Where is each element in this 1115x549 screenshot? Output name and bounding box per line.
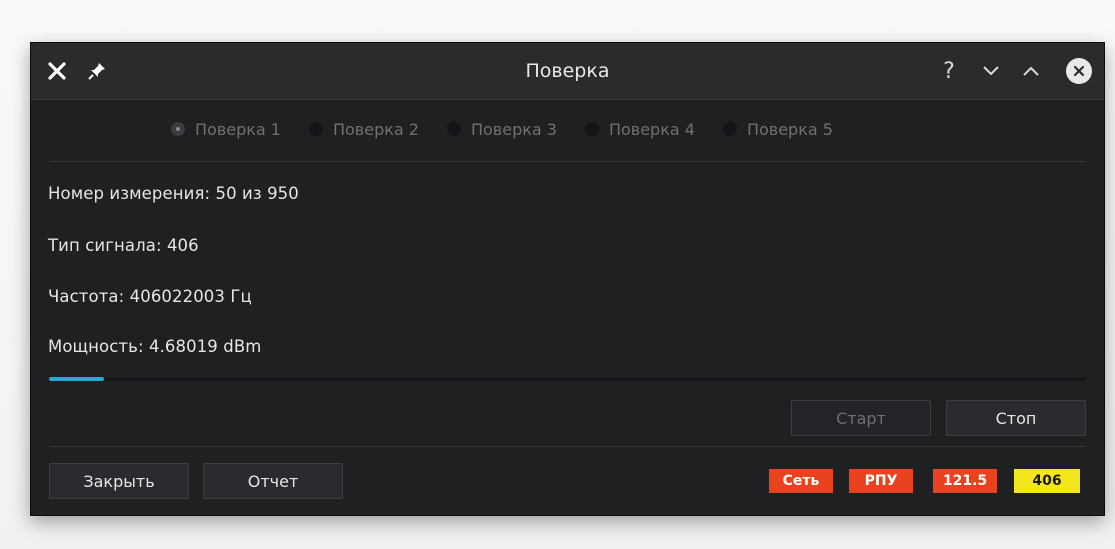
report-button[interactable]: Отчет <box>203 463 343 499</box>
verification-tabs: Поверка 1 Поверка 2 Поверка 3 Поверка 4 … <box>171 117 833 141</box>
help-icon[interactable]: ? <box>936 57 962 85</box>
status-badge-rpu: РПУ <box>849 469 913 493</box>
close-circle-icon[interactable] <box>1066 58 1092 84</box>
title-bar: Поверка ? <box>31 43 1104 100</box>
tab-label: Поверка 4 <box>608 119 695 139</box>
tab-verification-1[interactable]: Поверка 1 <box>171 120 281 139</box>
radio-dot-icon <box>584 122 599 136</box>
power-value: Мощность: 4.68019 dBm <box>48 337 262 356</box>
footer-divider <box>49 446 1085 447</box>
close-button[interactable]: Закрыть <box>49 463 189 499</box>
verification-window: Поверка ? Поверка 1 Поверка 2 Поверка 3 … <box>30 42 1105 516</box>
tab-label: Поверка 2 <box>332 119 419 139</box>
progress-track <box>49 377 1085 381</box>
radio-dot-icon <box>171 122 185 136</box>
desktop-background: Поверка ? Поверка 1 Поверка 2 Поверка 3 … <box>0 0 1115 549</box>
stop-button[interactable]: Стоп <box>946 400 1086 436</box>
tab-label: Поверка 5 <box>746 119 833 139</box>
status-badge-121-5: 121.5 <box>933 469 997 493</box>
status-badge-406: 406 <box>1014 469 1080 493</box>
radio-dot-icon <box>722 122 737 136</box>
radio-dot-icon <box>308 122 323 136</box>
tab-verification-5[interactable]: Поверка 5 <box>722 119 833 139</box>
tab-verification-3[interactable]: Поверка 3 <box>446 119 557 139</box>
tab-verification-2[interactable]: Поверка 2 <box>308 119 419 139</box>
tab-verification-4[interactable]: Поверка 4 <box>584 119 695 139</box>
tabs-divider <box>49 161 1085 162</box>
status-badge-network: Сеть <box>769 469 833 493</box>
frequency-value: Частота: 406022003 Гц <box>48 287 252 306</box>
start-button[interactable]: Старт <box>791 400 931 436</box>
tab-label: Поверка 1 <box>195 119 281 139</box>
tab-label: Поверка 3 <box>470 119 557 139</box>
chevron-up-icon[interactable] <box>1018 57 1044 85</box>
radio-dot-icon <box>446 122 461 136</box>
measurement-number: Номер измерения: 50 из 950 <box>48 184 299 203</box>
help-glyph: ? <box>943 58 955 84</box>
chevron-down-icon[interactable] <box>978 57 1004 85</box>
progress-fill <box>49 377 104 381</box>
signal-type: Тип сигнала: 406 <box>48 236 199 255</box>
